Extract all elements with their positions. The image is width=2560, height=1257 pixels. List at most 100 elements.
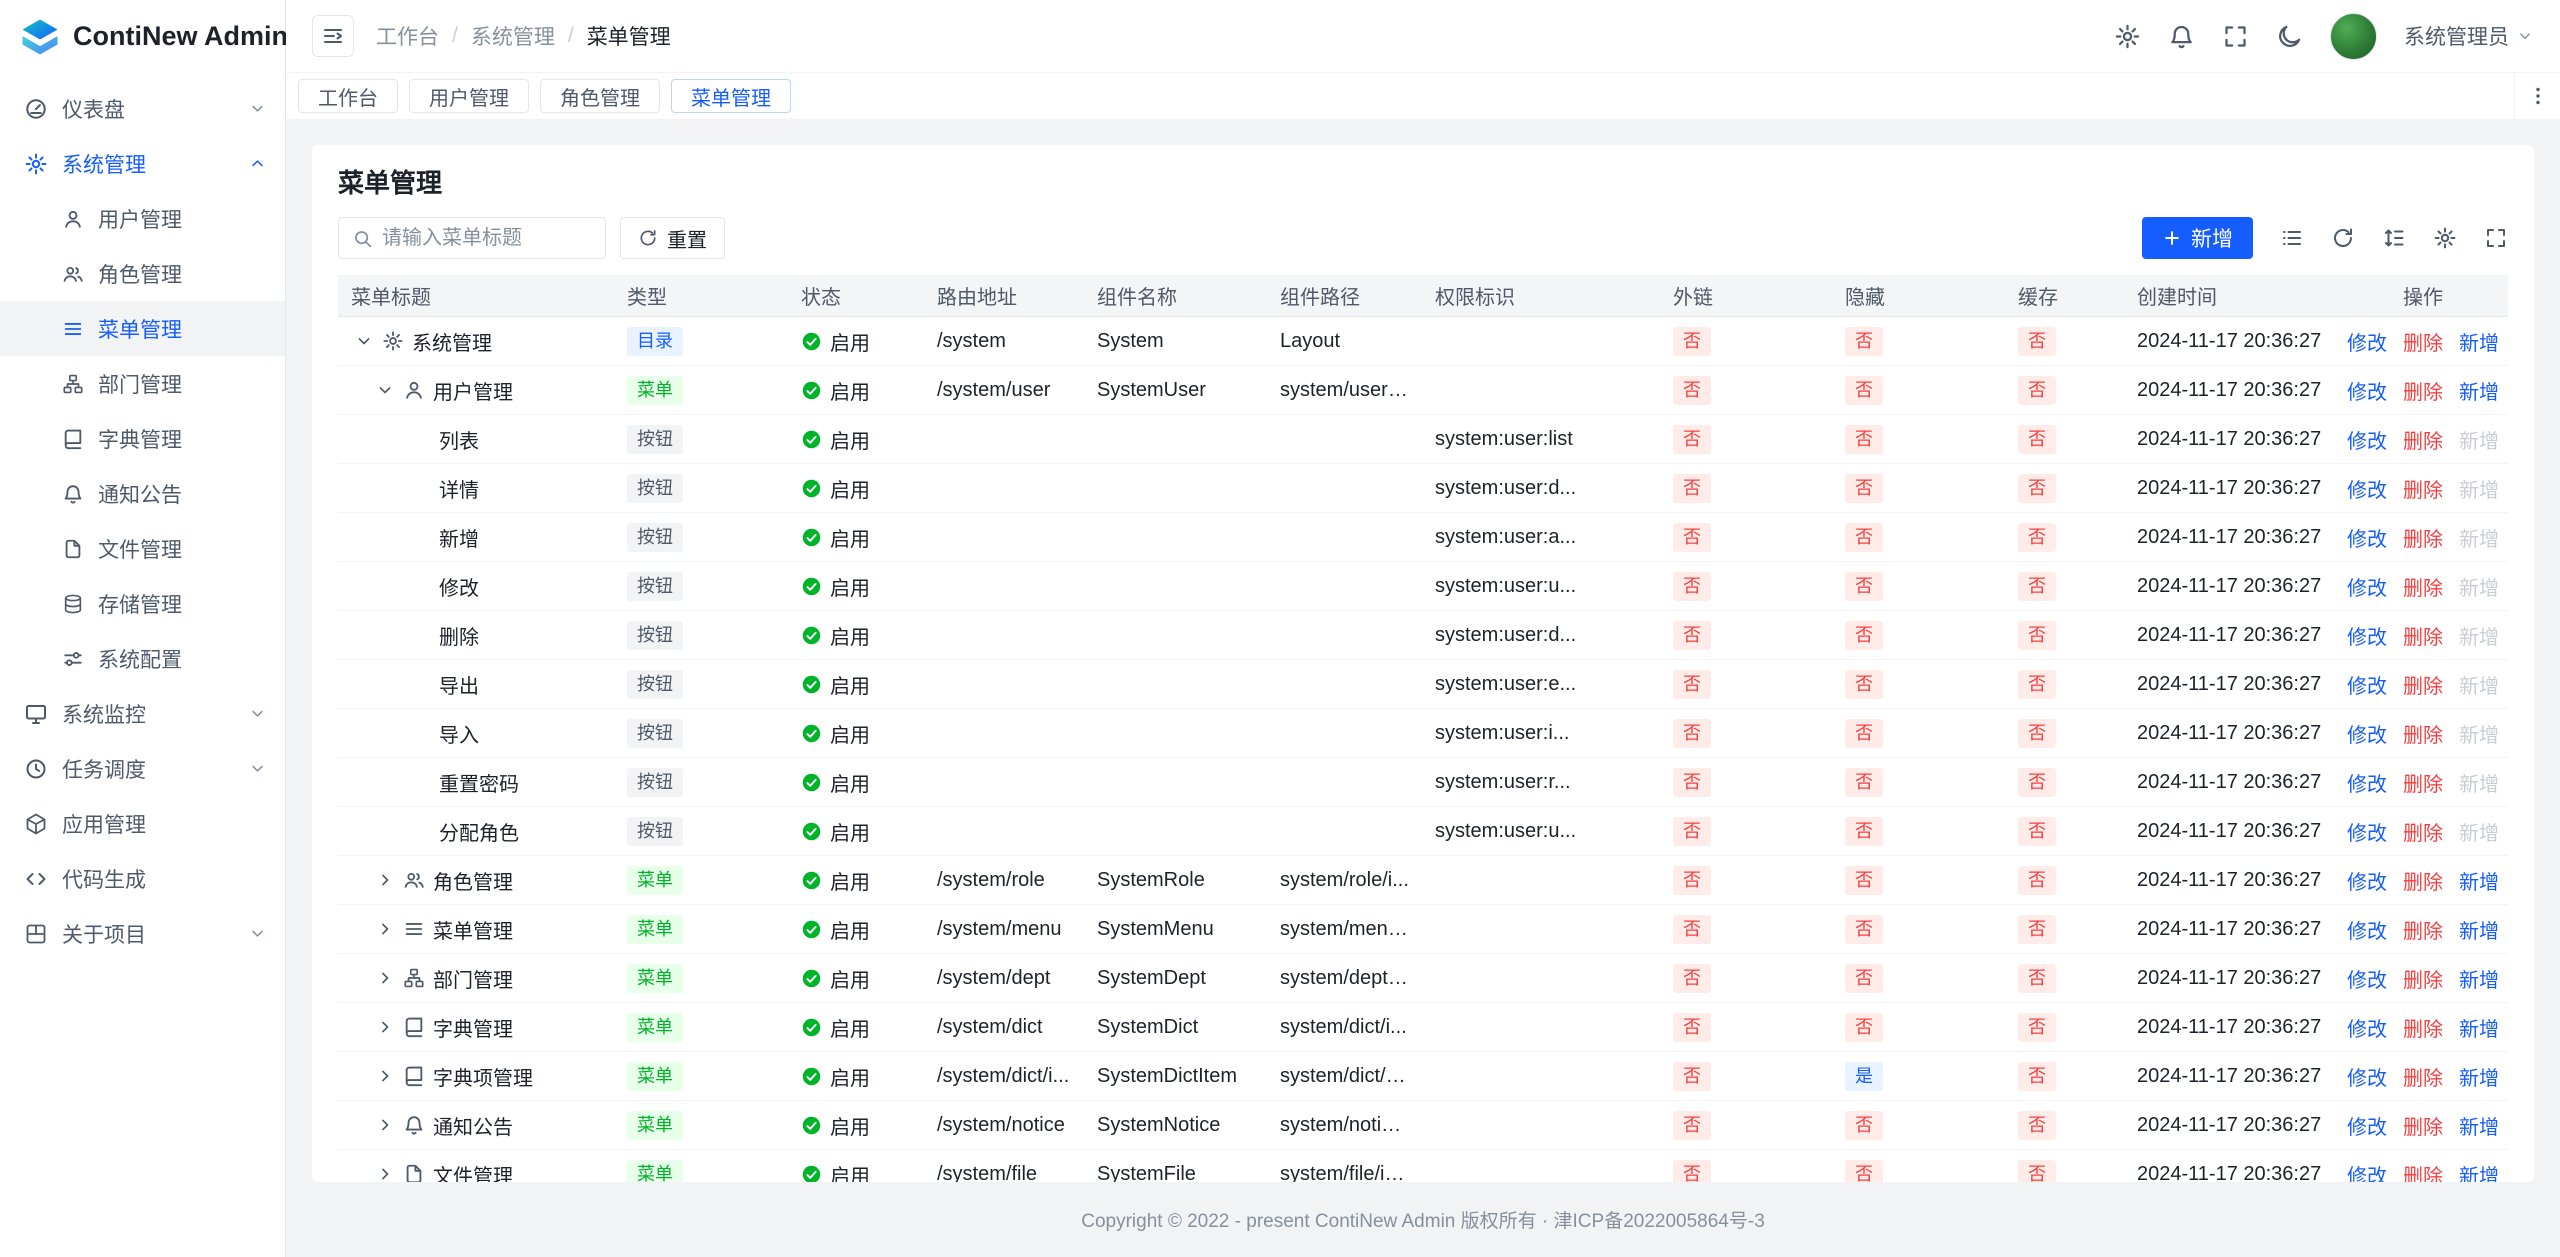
action-del[interactable]: 删除: [2403, 817, 2443, 846]
row-expand-chevron-right-icon[interactable]: [375, 919, 395, 939]
action-add[interactable]: 新增: [2459, 1111, 2499, 1140]
sidebar-item-apps[interactable]: 应用管理: [0, 796, 285, 851]
refresh-button[interactable]: [2331, 226, 2355, 250]
tabs-more-button[interactable]: [2514, 73, 2560, 119]
sidebar-item-schedule[interactable]: 任务调度: [0, 741, 285, 796]
action-add[interactable]: 新增: [2459, 1160, 2499, 1183]
row-expand-chevron-right-icon[interactable]: [375, 968, 395, 988]
user-menu[interactable]: 系统管理员: [2404, 21, 2534, 51]
monitor-icon: [24, 702, 48, 726]
sidebar-subitem-config[interactable]: 系统配置: [0, 631, 285, 686]
action-edit[interactable]: 修改: [2347, 915, 2387, 944]
row-expand-chevron-right-icon[interactable]: [375, 1115, 395, 1135]
action-edit[interactable]: 修改: [2347, 376, 2387, 405]
action-del[interactable]: 删除: [2403, 1160, 2443, 1183]
moon-button[interactable]: [2276, 23, 2303, 50]
sidebar-collapse-button[interactable]: [312, 15, 354, 57]
action-add[interactable]: 新增: [2459, 964, 2499, 993]
row-expand-chevron-down-icon[interactable]: [375, 380, 395, 400]
action-del[interactable]: 删除: [2403, 964, 2443, 993]
action-edit[interactable]: 修改: [2347, 768, 2387, 797]
action-edit[interactable]: 修改: [2347, 523, 2387, 552]
action-del[interactable]: 删除: [2403, 1013, 2443, 1042]
action-add[interactable]: 新增: [2459, 376, 2499, 405]
cache-badge: 否: [2018, 572, 2056, 601]
action-edit[interactable]: 修改: [2347, 866, 2387, 895]
action-edit[interactable]: 修改: [2347, 1111, 2387, 1140]
fullscreen-button[interactable]: [2222, 23, 2249, 50]
row-expand-chevron-right-icon[interactable]: [375, 870, 395, 890]
action-add[interactable]: 新增: [2459, 327, 2499, 356]
sidebar-subitem-dict[interactable]: 字典管理: [0, 411, 285, 466]
sidebar-item-monitor[interactable]: 系统监控: [0, 686, 285, 741]
settings-button[interactable]: [2114, 23, 2141, 50]
action-del[interactable]: 删除: [2403, 572, 2443, 601]
add-button[interactable]: 新增: [2142, 217, 2253, 259]
action-edit[interactable]: 修改: [2347, 572, 2387, 601]
sidebar-item-codegen[interactable]: 代码生成: [0, 851, 285, 906]
action-edit[interactable]: 修改: [2347, 621, 2387, 650]
avatar[interactable]: [2330, 13, 2377, 60]
breadcrumb-item[interactable]: 菜单管理: [587, 21, 671, 51]
sidebar-subitem-menu[interactable]: 菜单管理: [0, 301, 285, 356]
action-del[interactable]: 删除: [2403, 327, 2443, 356]
action-add[interactable]: 新增: [2459, 866, 2499, 895]
action-edit[interactable]: 修改: [2347, 425, 2387, 454]
search-input[interactable]: [382, 227, 592, 250]
sidebar-item-system[interactable]: 系统管理: [0, 136, 285, 191]
settings-button[interactable]: [2433, 226, 2457, 250]
action-edit[interactable]: 修改: [2347, 964, 2387, 993]
action-edit[interactable]: 修改: [2347, 719, 2387, 748]
external-badge: 否: [1673, 719, 1711, 748]
action-del[interactable]: 删除: [2403, 670, 2443, 699]
sidebar-subitem-file[interactable]: 文件管理: [0, 521, 285, 576]
sidebar-subitem-notice[interactable]: 通知公告: [0, 466, 285, 521]
menu-title-cell: 用户管理: [338, 376, 614, 405]
row-expand-chevron-right-icon[interactable]: [375, 1017, 395, 1037]
row-expand-chevron-down-icon[interactable]: [354, 331, 374, 351]
action-del[interactable]: 删除: [2403, 621, 2443, 650]
action-edit[interactable]: 修改: [2347, 474, 2387, 503]
tab-user[interactable]: 用户管理: [409, 79, 529, 113]
list-button[interactable]: [2280, 226, 2304, 250]
sidebar-subitem-role[interactable]: 角色管理: [0, 246, 285, 301]
action-del[interactable]: 删除: [2403, 1111, 2443, 1140]
row-expand-chevron-right-icon[interactable]: [375, 1066, 395, 1086]
action-del[interactable]: 删除: [2403, 376, 2443, 405]
sidebar-item-about[interactable]: 关于项目: [0, 906, 285, 961]
tab-role[interactable]: 角色管理: [540, 79, 660, 113]
action-del[interactable]: 删除: [2403, 768, 2443, 797]
tab-workbench[interactable]: 工作台: [298, 79, 398, 113]
logo[interactable]: ContiNew Admin: [0, 0, 285, 73]
action-del[interactable]: 删除: [2403, 719, 2443, 748]
action-edit[interactable]: 修改: [2347, 670, 2387, 699]
row-expand-chevron-right-icon[interactable]: [375, 1164, 395, 1182]
sidebar-subitem-dept[interactable]: 部门管理: [0, 356, 285, 411]
sidebar-item-dashboard[interactable]: 仪表盘: [0, 81, 285, 136]
action-edit[interactable]: 修改: [2347, 1062, 2387, 1091]
rowheight-button[interactable]: [2382, 226, 2406, 250]
table-row: 列表按钮启用system:user:list否否否2024-11-17 20:3…: [338, 415, 2508, 464]
sidebar-subitem-storage[interactable]: 存储管理: [0, 576, 285, 631]
breadcrumb-item[interactable]: 工作台: [376, 21, 439, 51]
action-edit[interactable]: 修改: [2347, 1160, 2387, 1183]
action-del[interactable]: 删除: [2403, 425, 2443, 454]
reset-button[interactable]: 重置: [620, 217, 725, 259]
sidebar-subitem-user[interactable]: 用户管理: [0, 191, 285, 246]
action-edit[interactable]: 修改: [2347, 1013, 2387, 1042]
tab-menu[interactable]: 菜单管理: [671, 79, 791, 113]
action-edit[interactable]: 修改: [2347, 327, 2387, 356]
action-add[interactable]: 新增: [2459, 1062, 2499, 1091]
action-del[interactable]: 删除: [2403, 915, 2443, 944]
action-del[interactable]: 删除: [2403, 474, 2443, 503]
plus-icon: [2162, 228, 2182, 248]
action-del[interactable]: 删除: [2403, 523, 2443, 552]
fullscreen-button[interactable]: [2484, 226, 2508, 250]
action-add[interactable]: 新增: [2459, 915, 2499, 944]
bell-button[interactable]: [2168, 23, 2195, 50]
breadcrumb-item[interactable]: 系统管理: [471, 21, 555, 51]
action-edit[interactable]: 修改: [2347, 817, 2387, 846]
action-add[interactable]: 新增: [2459, 1013, 2499, 1042]
action-del[interactable]: 删除: [2403, 1062, 2443, 1091]
action-del[interactable]: 删除: [2403, 866, 2443, 895]
